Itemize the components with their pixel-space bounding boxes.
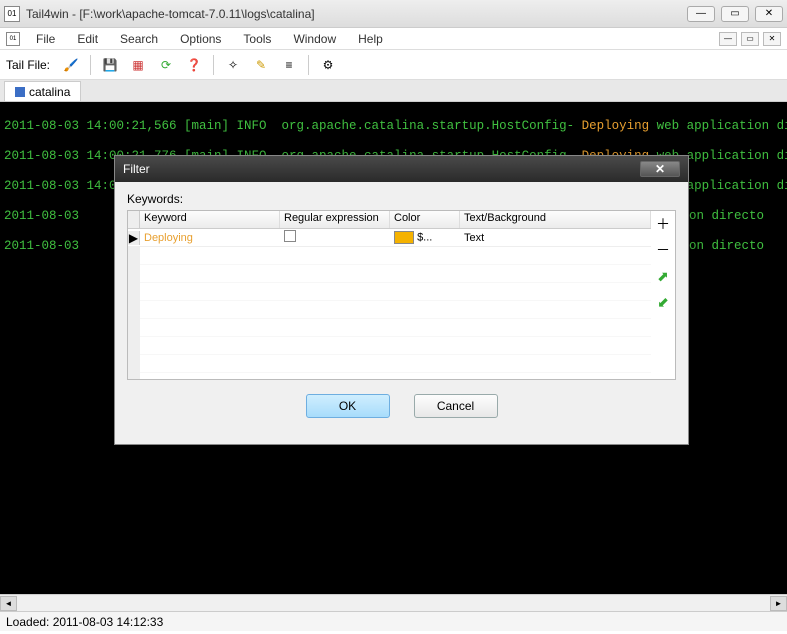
col-keyword[interactable]: Keyword — [140, 211, 280, 228]
plus-icon: ＋ — [656, 214, 670, 234]
info-button[interactable]: ❓ — [183, 54, 205, 76]
grid-row[interactable]: ▶ Deploying $... Text — [128, 229, 651, 247]
app-icon-small: 01 — [6, 32, 20, 46]
refresh-icon: ⟳ — [161, 58, 171, 72]
settings-button[interactable]: ⚙ — [317, 54, 339, 76]
cancel-button[interactable]: Cancel — [414, 394, 498, 418]
mdi-restore-button[interactable]: ▭ — [741, 32, 759, 46]
filter-icon: ≡ — [286, 58, 293, 72]
cell-color[interactable]: $... — [390, 230, 460, 245]
floppy-icon: 💾 — [103, 58, 118, 72]
color-swatch[interactable] — [394, 231, 414, 244]
cell-text-background[interactable]: Text — [460, 231, 651, 245]
mdi-close-button[interactable]: ✕ — [763, 32, 781, 46]
horizontal-scrollbar[interactable]: ◄ ► — [0, 594, 787, 611]
statusbar: Loaded: 2011-08-03 14:12:33 — [0, 611, 787, 631]
dialog-close-button[interactable]: ✕ — [640, 161, 680, 177]
gear-icon: ⚙ — [323, 58, 334, 72]
titlebar: 01 Tail4win - [F:\work\apache-tomcat-7.0… — [0, 0, 787, 28]
maximize-button[interactable]: ▭ — [721, 6, 749, 22]
cell-regex[interactable] — [280, 229, 390, 246]
ok-button[interactable]: OK — [306, 394, 390, 418]
marker-button[interactable]: ✎ — [250, 54, 272, 76]
save-button[interactable]: 💾 — [99, 54, 121, 76]
export-button[interactable]: ⬋ — [654, 293, 672, 311]
col-regex[interactable]: Regular expression — [280, 211, 390, 228]
col-text-background[interactable]: Text/Background — [460, 211, 651, 228]
file-icon — [15, 87, 25, 97]
minus-icon: － — [656, 240, 670, 260]
menu-search[interactable]: Search — [110, 30, 168, 48]
tab-catalina[interactable]: catalina — [4, 81, 81, 101]
scroll-right-button[interactable]: ► — [770, 596, 787, 611]
status-text: Loaded: 2011-08-03 14:12:33 — [6, 615, 163, 629]
add-row-button[interactable]: ＋ — [654, 215, 672, 233]
info-icon: ❓ — [187, 58, 202, 72]
separator — [308, 55, 309, 75]
dialog-title-text: Filter — [123, 162, 150, 176]
pdf-icon: ▦ — [132, 58, 143, 72]
separator — [213, 55, 214, 75]
menu-options[interactable]: Options — [170, 30, 231, 48]
menu-file[interactable]: File — [26, 30, 65, 48]
separator — [90, 55, 91, 75]
dialog-titlebar[interactable]: Filter ✕ — [115, 156, 688, 182]
grid-header: Keyword Regular expression Color Text/Ba… — [128, 211, 651, 229]
filter-button[interactable]: ≡ — [278, 54, 300, 76]
menu-edit[interactable]: Edit — [67, 30, 108, 48]
import-icon: ⬈ — [657, 268, 669, 285]
open-file-button[interactable]: 🖌️ — [60, 54, 82, 76]
regex-checkbox[interactable] — [284, 230, 296, 242]
refresh-button[interactable]: ⟳ — [155, 54, 177, 76]
toolbar-label: Tail File: — [6, 58, 50, 72]
menu-window[interactable]: Window — [283, 30, 346, 48]
mdi-minimize-button[interactable]: — — [719, 32, 737, 46]
toolbar: Tail File: 🖌️ 💾 ▦ ⟳ ❓ ✧ ✎ ≡ ⚙ — [0, 50, 787, 80]
import-button[interactable]: ⬈ — [654, 267, 672, 285]
scroll-track[interactable] — [17, 596, 770, 611]
minimize-button[interactable]: — — [687, 6, 715, 22]
remove-row-button[interactable]: － — [654, 241, 672, 259]
menubar: 01 File Edit Search Options Tools Window… — [0, 28, 787, 50]
grid-side-buttons: ＋ － ⬈ ⬋ — [651, 211, 675, 379]
scroll-left-button[interactable]: ◄ — [0, 596, 17, 611]
highlight-icon: ✧ — [228, 58, 238, 72]
tabbar: catalina — [0, 80, 787, 102]
export-icon: ⬋ — [657, 294, 669, 311]
menu-tools[interactable]: Tools — [233, 30, 281, 48]
col-color[interactable]: Color — [390, 211, 460, 228]
row-selector-icon: ▶ — [128, 231, 140, 245]
highlight-button[interactable]: ✧ — [222, 54, 244, 76]
marker-icon: ✎ — [256, 58, 266, 72]
log-line: 2011-08-03 14:00:21,566 [main] INFO org.… — [4, 119, 783, 134]
tab-label: catalina — [29, 85, 70, 99]
keywords-label: Keywords: — [127, 192, 676, 206]
app-icon: 01 — [4, 6, 20, 22]
keywords-grid: Keyword Regular expression Color Text/Ba… — [127, 210, 676, 380]
brush-icon: 🖌️ — [64, 58, 79, 72]
close-button[interactable]: ✕ — [755, 6, 783, 22]
grid-empty-area — [128, 247, 651, 379]
filter-dialog: Filter ✕ Keywords: Keyword Regular expre… — [114, 155, 689, 445]
window-title: Tail4win - [F:\work\apache-tomcat-7.0.11… — [26, 7, 687, 21]
pdf-button[interactable]: ▦ — [127, 54, 149, 76]
cell-keyword[interactable]: Deploying — [140, 231, 280, 245]
menu-help[interactable]: Help — [348, 30, 393, 48]
